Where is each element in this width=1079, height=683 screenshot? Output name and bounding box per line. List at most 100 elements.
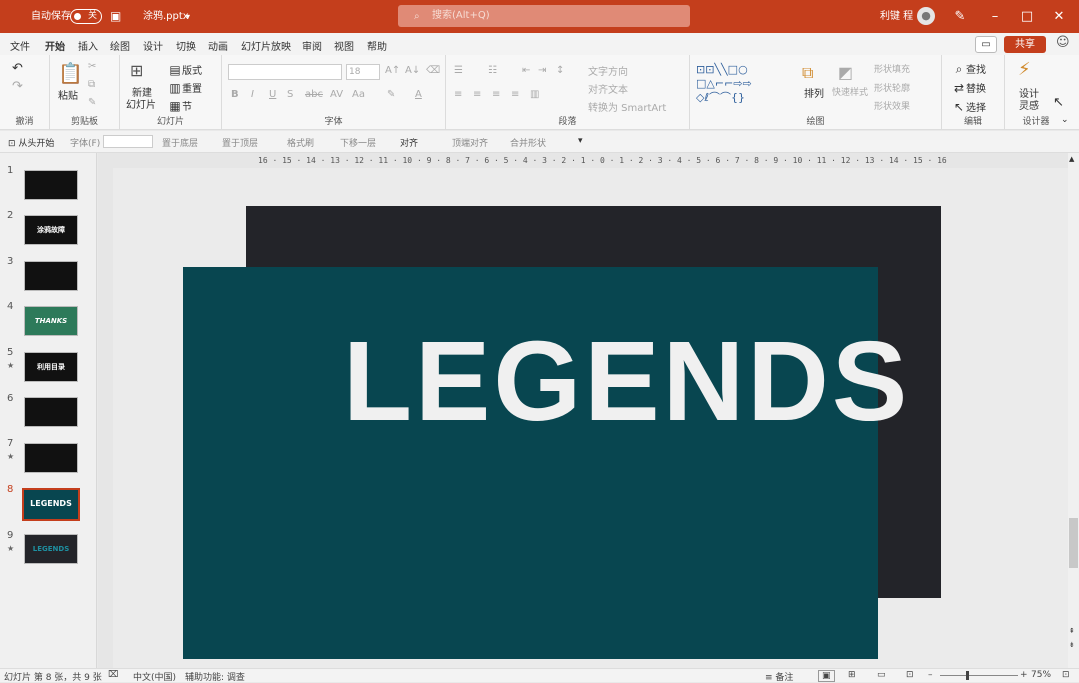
bold-button[interactable]: B [231,89,239,100]
avatar[interactable]: ● [917,7,935,25]
tab-file[interactable]: 文件 [10,38,30,53]
replace-button[interactable]: ⇄ 替换 [952,80,986,95]
increase-indent-icon[interactable]: ⇥ [538,65,546,76]
comment-icon[interactable]: ▭ [975,36,997,53]
zoom-level[interactable]: 75% [1031,670,1051,680]
strikethrough-button[interactable]: abc [305,89,323,100]
share-button[interactable]: 共享 [1004,36,1046,53]
char-spacing-icon[interactable]: AV [330,89,343,100]
line-spacing-icon[interactable]: ↕ [556,65,564,76]
zoom-slider-thumb[interactable] [966,671,969,680]
customize-qat-icon[interactable]: ▾ [578,136,583,146]
reset-button[interactable]: ▥重置 [168,80,202,95]
grow-font-icon[interactable]: A↑ [385,65,400,76]
clear-format-icon[interactable]: ⌫ [426,65,440,76]
align-right-icon[interactable]: ≡ [492,89,500,100]
tab-transitions[interactable]: 切换 [176,38,196,53]
arrange-button[interactable]: 排列 [804,85,824,100]
align-top-button[interactable]: 顶端对齐 [452,136,488,149]
slide-thumbnail-7[interactable] [24,443,78,473]
underline-button[interactable]: U [269,89,276,100]
shape-effects-button[interactable]: 形状效果 [874,99,910,112]
smiley-icon[interactable]: ☺ [1056,35,1070,50]
format-painter-button[interactable]: 格式刷 [287,136,314,149]
change-case-icon[interactable]: Aa [352,89,365,100]
highlight-icon[interactable]: ✎ [387,89,395,100]
slide-thumbnail-8[interactable]: LEGENDS [22,488,80,521]
prev-slide-icon[interactable]: ⇞ [1069,627,1075,635]
accessibility-status[interactable]: 辅助功能: 调查 [185,670,245,683]
tab-review[interactable]: 审阅 [302,38,322,53]
justify-icon[interactable]: ≡ [511,89,519,100]
from-start-button[interactable]: ⊡ 从头开始 [8,136,54,149]
font-color-icon[interactable]: A [415,89,422,100]
chevron-down-icon[interactable]: ▾ [186,0,190,33]
zoom-in-icon[interactable]: + [1020,670,1028,680]
quick-styles-button[interactable]: 快速样式 [832,85,868,98]
decrease-indent-icon[interactable]: ⇤ [522,65,530,76]
cut-icon[interactable]: ✂ [88,61,96,72]
save-icon[interactable]: ▣ [110,0,121,33]
tab-help[interactable]: 帮助 [367,38,387,53]
layout-button[interactable]: ▤版式 [168,62,202,77]
tab-design[interactable]: 设计 [143,38,163,53]
align-button[interactable]: 对齐 [400,136,418,149]
text-direction-button[interactable]: 文字方向 [588,63,628,78]
fit-to-window-icon[interactable]: ⊡ [1062,670,1070,680]
tab-draw[interactable]: 绘图 [110,38,130,53]
numbering-icon[interactable]: ☷ [488,65,497,76]
paste-icon[interactable]: 📋 [58,61,83,85]
slide-thumbnail-4[interactable]: THANKS [24,306,78,336]
notes-button[interactable]: ≡ 备注 [765,670,793,683]
font-size-input[interactable]: 18 [346,64,380,80]
autosave-toggle[interactable]: 关 [70,9,102,24]
slideshow-view-icon[interactable]: ⊡ [906,670,914,680]
find-button[interactable]: ⌕ 查找 [952,61,986,76]
zoom-slider[interactable] [940,675,1018,676]
slide-thumbnail-1[interactable] [24,170,78,200]
shape-outline-button[interactable]: 形状轮廓 [874,81,910,94]
scroll-up-icon[interactable]: ▲ [1069,155,1074,163]
tab-view[interactable]: 视图 [334,38,354,53]
minimize-icon[interactable]: – [980,0,1010,33]
new-slide-button-2[interactable]: 幻灯片 [126,96,156,111]
close-icon[interactable]: ✕ [1044,0,1074,33]
slide-thumbnail-5[interactable]: 利用目录 [24,352,78,382]
arrange-icon[interactable]: ⧉ [802,63,813,83]
shapes-gallery[interactable]: ⊡⊡╲╲□○ □△⌐⌐⇨⇨ ◇ℓ⌒⌒{} [696,63,752,105]
zoom-out-icon[interactable]: – [928,670,933,680]
columns-icon[interactable]: ▥ [530,89,539,100]
align-text-button[interactable]: 对齐文本 [588,81,628,96]
font-name-input[interactable] [228,64,342,80]
spellcheck-icon[interactable]: ⌧ [108,670,118,680]
pen-icon[interactable]: ✎ [945,0,975,33]
redo-icon[interactable]: ↷ [12,79,23,94]
sorter-view-icon[interactable]: ⊞ [848,670,856,680]
slide-thumbnail-6[interactable] [24,397,78,427]
collapse-ribbon-icon[interactable]: ⌄ [1061,115,1069,125]
quick-styles-icon[interactable]: ◩ [838,63,853,82]
bring-to-front-button[interactable]: 置于顶层 [222,136,258,149]
format-painter-icon[interactable]: ✎ [88,97,96,108]
slide-thumbnail-3[interactable] [24,261,78,291]
send-backward-button[interactable]: 下移一层 [340,136,376,149]
paste-button[interactable]: 粘贴 [58,87,78,102]
slide-thumbnail-9[interactable]: LEGENDS [24,534,78,564]
shrink-font-icon[interactable]: A↓ [405,65,420,76]
align-center-icon[interactable]: ≡ [473,89,481,100]
designer-icon[interactable]: ⚡ [1018,59,1031,80]
filename[interactable]: 涂鸦.pptx [143,0,189,33]
select-button[interactable]: ↖ 选择 [952,99,986,114]
new-slide-icon[interactable]: ⊞ [130,61,143,80]
tab-animations[interactable]: 动画 [208,38,228,53]
tab-insert[interactable]: 插入 [78,38,98,53]
next-slide-icon[interactable]: ⇟ [1069,641,1075,649]
user-name[interactable]: 利键 程 [880,0,913,33]
tab-slideshow[interactable]: 幻灯片放映 [241,38,291,53]
section-button[interactable]: ▦节 [168,98,192,113]
copy-icon[interactable]: ⧉ [88,79,95,90]
merge-shapes-button[interactable]: 合并形状 [510,136,546,149]
designer-button-2[interactable]: 灵感 [1019,97,1039,112]
align-left-icon[interactable]: ≡ [454,89,462,100]
shadow-text-icon[interactable]: S [287,89,293,100]
